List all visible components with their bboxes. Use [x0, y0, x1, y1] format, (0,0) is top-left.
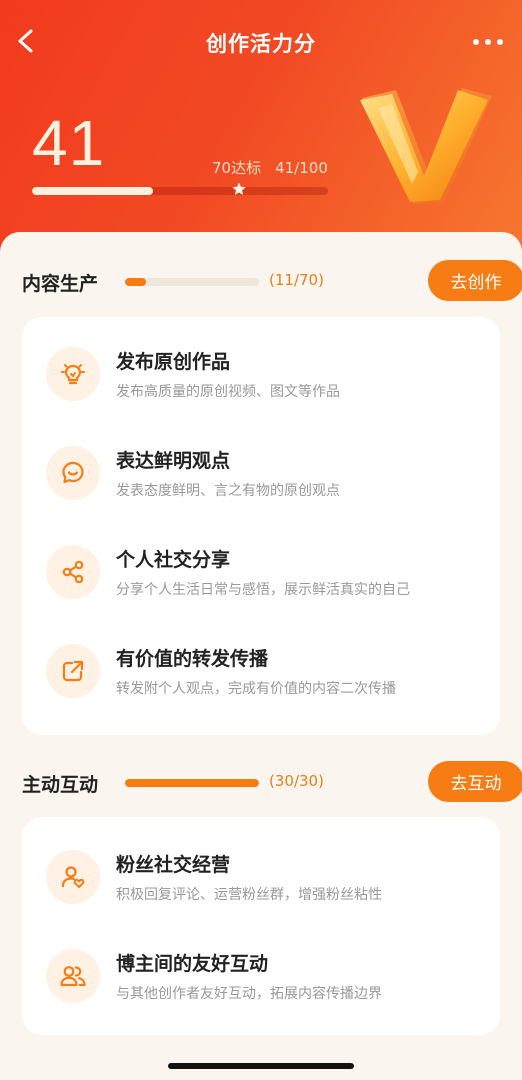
score-progress-meta: 70达标 41/100 — [212, 157, 328, 178]
section-count: (30/30) — [269, 772, 324, 790]
section-title: 内容生产 — [22, 273, 99, 295]
score-progress-text: 41/100 — [275, 159, 328, 177]
score-value: 41 — [32, 107, 106, 179]
star-icon — [232, 182, 246, 195]
page-title: 创作活力分 — [206, 32, 316, 56]
v-badge-logo — [360, 88, 492, 204]
target-label: 70达标 — [212, 159, 262, 177]
item-title: 博主间的友好互动 — [116, 953, 269, 975]
item-description: 积极回复评论、运营粉丝群，增强粉丝粘性 — [116, 887, 382, 903]
item-title: 有价值的转发传播 — [116, 648, 269, 670]
chat-bubble-icon — [46, 446, 100, 500]
score-progress-bar — [32, 187, 328, 195]
item-description: 发表态度鲜明、言之有物的原创观点 — [116, 483, 340, 499]
list-item[interactable]: 表达鲜明观点 发表态度鲜明、言之有物的原创观点 — [46, 444, 486, 514]
user-heart-icon — [46, 850, 100, 904]
item-description: 发布高质量的原创视频、图文等作品 — [116, 384, 340, 400]
list-item[interactable]: 个人社交分享 分享个人生活日常与感悟，展示鲜活真实的自己 — [46, 543, 486, 613]
section-header-content: 内容生产 (11/70) 去创作 — [22, 260, 522, 304]
section-title: 主动互动 — [22, 774, 99, 796]
section-progress-bar — [125, 278, 259, 286]
lightbulb-icon — [46, 347, 100, 401]
item-description: 分享个人生活日常与感悟，展示鲜活真实的自己 — [116, 582, 410, 598]
section-progress-fill — [125, 779, 259, 787]
interaction-task-card: 粉丝社交经营 积极回复评论、运营粉丝群，增强粉丝粘性 博主间的友好互动 与其他创… — [22, 817, 500, 1035]
go-create-button[interactable]: 去创作 — [428, 260, 522, 301]
share-icon — [46, 545, 100, 599]
section-header-interaction: 主动互动 (30/30) 去互动 — [22, 761, 522, 805]
item-title: 粉丝社交经营 — [116, 854, 231, 876]
forward-icon — [46, 644, 100, 698]
section-progress-fill — [125, 278, 147, 286]
item-title: 表达鲜明观点 — [116, 450, 231, 472]
section-progress-bar — [125, 779, 259, 787]
score-progress-fill — [32, 187, 154, 195]
list-item[interactable]: 有价值的转发传播 转发附个人观点，完成有价值的内容二次传播 — [46, 642, 486, 712]
section-count: (11/70) — [269, 271, 324, 289]
item-title: 个人社交分享 — [116, 549, 231, 571]
home-indicator[interactable] — [168, 1063, 354, 1069]
more-icon[interactable] — [472, 36, 504, 48]
item-description: 转发附个人观点，完成有价值的内容二次传播 — [116, 681, 396, 697]
list-item[interactable]: 粉丝社交经营 积极回复评论、运营粉丝群，增强粉丝粘性 — [46, 848, 486, 918]
list-item[interactable]: 博主间的友好互动 与其他创作者友好互动，拓展内容传播边界 — [46, 947, 486, 1017]
go-interact-button[interactable]: 去互动 — [428, 761, 522, 802]
item-title: 发布原创作品 — [116, 351, 231, 373]
list-item[interactable]: 发布原创作品 发布高质量的原创视频、图文等作品 — [46, 345, 486, 415]
task-panel: 内容生产 (11/70) 去创作 发布原创作品 发布高质量的原创视频、图文等作品 — [0, 232, 522, 1080]
content-task-card: 发布原创作品 发布高质量的原创视频、图文等作品 表达鲜明观点 发表态度鲜明、言之… — [22, 317, 500, 735]
item-description: 与其他创作者友好互动，拓展内容传播边界 — [116, 986, 382, 1002]
users-icon — [46, 949, 100, 1003]
